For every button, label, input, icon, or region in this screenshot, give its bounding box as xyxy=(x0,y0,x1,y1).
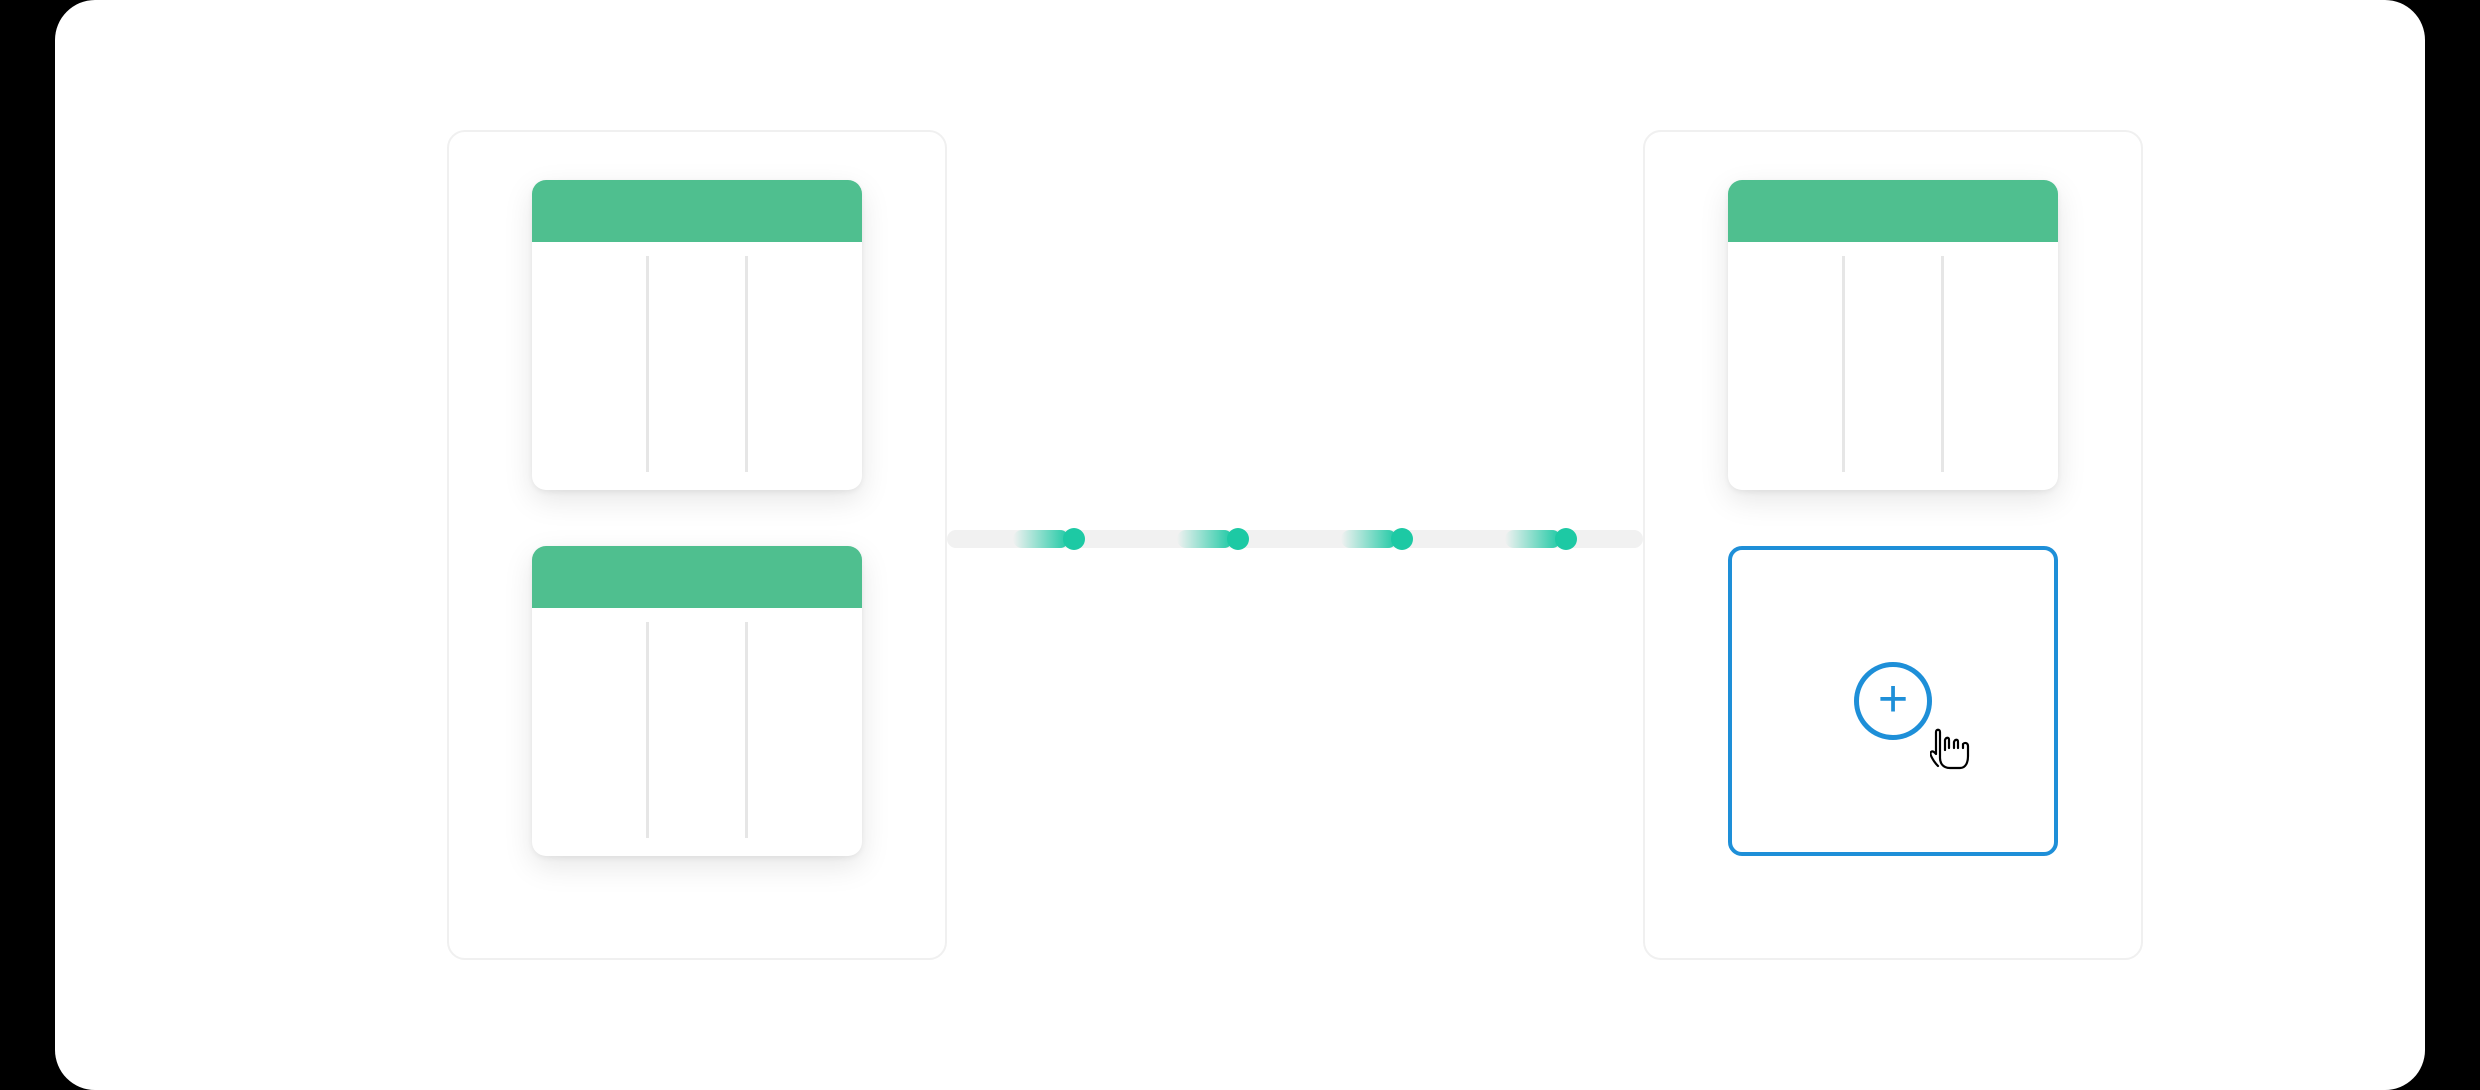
add-table-slot[interactable]: + xyxy=(1728,546,2058,856)
diagram-canvas: + xyxy=(55,0,2425,1090)
table-body xyxy=(1728,242,2058,490)
table-column xyxy=(1746,256,1845,472)
table-column xyxy=(649,622,748,838)
table-column xyxy=(1845,256,1944,472)
destination-panel: + xyxy=(1643,130,2143,960)
source-panel xyxy=(447,130,947,960)
plus-icon: + xyxy=(1878,673,1908,725)
table-column xyxy=(649,256,748,472)
table-card xyxy=(532,180,862,490)
table-column xyxy=(748,622,844,838)
table-column xyxy=(1944,256,2040,472)
pointer-cursor-icon xyxy=(1930,728,1974,780)
flow-dot xyxy=(1341,528,1413,550)
add-circle[interactable]: + xyxy=(1854,662,1932,740)
table-column xyxy=(550,256,649,472)
table-card xyxy=(532,546,862,856)
table-header-bar xyxy=(532,180,862,242)
table-card xyxy=(1728,180,2058,490)
table-column xyxy=(748,256,844,472)
table-column xyxy=(550,622,649,838)
data-flow-connector xyxy=(947,530,1643,548)
table-header-bar xyxy=(1728,180,2058,242)
flow-dot xyxy=(1505,528,1577,550)
flow-dot xyxy=(1177,528,1249,550)
table-body xyxy=(532,608,862,856)
table-header-bar xyxy=(532,546,862,608)
table-body xyxy=(532,242,862,490)
flow-dot xyxy=(1013,528,1085,550)
